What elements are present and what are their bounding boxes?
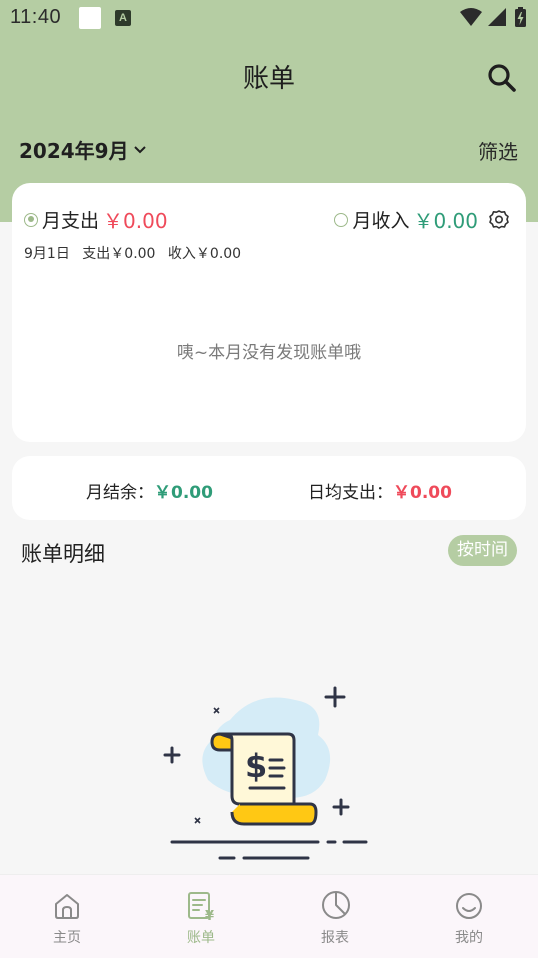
status-icons bbox=[460, 7, 526, 27]
status-time: 11:40 bbox=[10, 6, 62, 28]
balance-card: 月结余：￥0.00 日均支出：￥0.00 bbox=[12, 456, 526, 520]
expense-label: 月支出 bbox=[42, 210, 100, 232]
income-radio[interactable] bbox=[334, 212, 349, 227]
day-income: 收入￥0.00 bbox=[167, 246, 242, 262]
income-amount: ￥0.00 bbox=[413, 209, 478, 233]
status-bar: 11:40 A bbox=[0, 0, 538, 36]
home-icon bbox=[55, 894, 79, 919]
monthly-balance-amount: ￥0.00 bbox=[154, 483, 213, 503]
chevron-down-icon bbox=[133, 145, 146, 153]
expense-radio[interactable] bbox=[24, 212, 38, 227]
signal-icon bbox=[488, 8, 506, 26]
empty-chart-message: 咦~本月没有发现账单哦 bbox=[176, 343, 362, 363]
nav-item-home[interactable]: 主页 bbox=[0, 875, 134, 958]
search-icon[interactable] bbox=[484, 60, 520, 96]
nav-label-profile: 我的 bbox=[455, 930, 483, 946]
daily-average-amount: ￥0.00 bbox=[393, 483, 452, 503]
monthly-balance-label: 月结余： bbox=[86, 483, 154, 503]
wifi-icon bbox=[460, 8, 482, 26]
income-label: 月收入 bbox=[352, 210, 410, 232]
bottom-navigation: 主页 ¥ 账单 报表 我的 bbox=[0, 874, 538, 958]
month-selector[interactable]: 2024年9月 bbox=[19, 135, 147, 164]
expense-toggle[interactable]: 月支出 ￥0.00 bbox=[24, 205, 168, 234]
daily-average-label: 日均支出： bbox=[308, 483, 393, 503]
smile-icon bbox=[456, 893, 482, 919]
nav-item-reports[interactable]: 报表 bbox=[268, 875, 402, 958]
filter-button[interactable]: 筛选 bbox=[478, 136, 518, 165]
day-expense: 支出￥0.00 bbox=[82, 246, 156, 262]
battery-icon bbox=[515, 7, 526, 27]
nav-label-reports: 报表 bbox=[321, 930, 349, 946]
nav-item-profile[interactable]: 我的 bbox=[402, 875, 536, 958]
notification-square-icon bbox=[79, 7, 101, 29]
pie-chart-icon bbox=[322, 891, 350, 919]
daily-summary: 9月1日 支出￥0.00 收入￥0.00 bbox=[24, 243, 249, 263]
day-date: 9月1日 bbox=[24, 246, 70, 262]
nav-label-bills: 账单 bbox=[187, 930, 215, 946]
settings-gear-icon[interactable] bbox=[488, 209, 510, 231]
daily-average: 日均支出：￥0.00 bbox=[308, 478, 452, 503]
bill-icon: ¥ bbox=[188, 892, 214, 921]
empty-bill-illustration: $ bbox=[163, 686, 368, 860]
notification-a-icon: A bbox=[115, 10, 131, 26]
summary-card: 月支出 ￥0.00 月收入 ￥0.00 9月1日 支出￥0.00 收入￥0.00… bbox=[12, 183, 526, 442]
expense-amount: ￥0.00 bbox=[103, 209, 168, 233]
month-label: 2024年9月 bbox=[19, 139, 129, 163]
details-title: 账单明细 bbox=[21, 542, 105, 566]
sort-by-time-button[interactable]: 按时间 bbox=[448, 535, 517, 566]
svg-text:¥: ¥ bbox=[205, 909, 214, 921]
page-title: 账单 bbox=[242, 64, 295, 94]
monthly-balance: 月结余：￥0.00 bbox=[86, 478, 213, 503]
nav-item-bills[interactable]: ¥ 账单 bbox=[134, 875, 268, 958]
nav-label-home: 主页 bbox=[53, 930, 81, 946]
svg-text:$: $ bbox=[245, 747, 267, 785]
income-toggle[interactable]: 月收入 ￥0.00 bbox=[334, 205, 510, 234]
